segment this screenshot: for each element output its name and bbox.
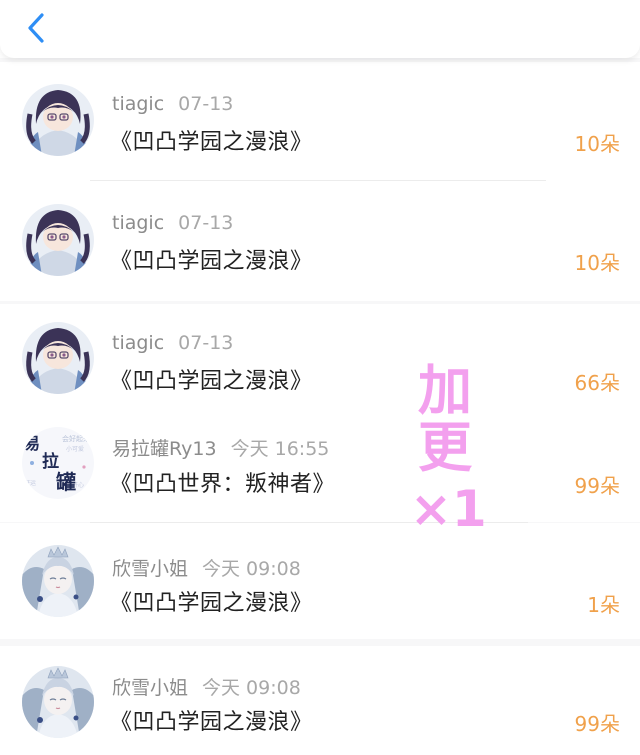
chevron-left-icon (28, 13, 44, 43)
item-meta: 易拉罐Ry13 今天 16:55 (112, 434, 329, 461)
flower-amount: 99朵 (574, 474, 620, 498)
anime-girl-avatar-icon (22, 322, 94, 394)
username[interactable]: tiagic (112, 212, 164, 234)
svg-text:拉: 拉 (42, 451, 59, 472)
avatar[interactable] (22, 545, 94, 617)
item-title: 《凹凸学园之漫浪》 (110, 249, 313, 274)
item-meta: 欣雪小姐 今天 09:08 (112, 554, 301, 581)
svg-text:好运: 好运 (24, 479, 36, 487)
overlay-annotation: 加 更 ×1 (410, 359, 487, 538)
list-item[interactable]: 会好起来 小可爱 好运 开心 易 拉 罐 易拉罐Ry13 今天 16:55 《凹凸… (0, 410, 640, 522)
timestamp: 今天 09:08 (202, 558, 301, 580)
timestamp: 07-13 (178, 332, 234, 354)
avatar[interactable]: 会好起来 小可爱 好运 开心 易 拉 罐 (22, 427, 94, 499)
flower-amount: 10朵 (574, 132, 620, 156)
flower-amount: 66朵 (574, 371, 620, 395)
flower-amount: 10朵 (574, 251, 620, 275)
avatar[interactable] (22, 666, 94, 738)
list-item[interactable]: 欣雪小姐 今天 09:08 《凹凸学园之漫浪》 99朵 (0, 646, 640, 755)
list-item[interactable]: tiagic 07-13 《凹凸学园之漫浪》 10朵 (0, 181, 640, 301)
calligraphy-avatar-icon: 会好起来 小可爱 好运 开心 易 拉 罐 (22, 427, 94, 499)
overlay-char-2: 更 (418, 416, 472, 479)
anime-girl-avatar-icon (22, 84, 94, 156)
avatar[interactable] (22, 204, 94, 276)
snow-queen-avatar-icon (22, 666, 94, 738)
svg-text:罐: 罐 (55, 470, 76, 494)
item-meta: tiagic 07-13 (112, 212, 233, 234)
back-button[interactable] (18, 8, 54, 48)
timestamp: 今天 09:08 (202, 677, 301, 699)
username[interactable]: 易拉罐Ry13 (112, 438, 217, 460)
list-item[interactable]: tiagic 07-13 《凹凸学园之漫浪》 10朵 (0, 62, 640, 182)
item-title: 《凹凸学园之漫浪》 (110, 130, 313, 155)
overlay-char-3: ×1 (410, 480, 487, 538)
avatar[interactable] (22, 322, 94, 394)
item-meta: 欣雪小姐 今天 09:08 (112, 673, 301, 700)
top-bar (0, 0, 640, 58)
snow-queen-avatar-icon (22, 545, 94, 617)
timestamp: 今天 16:55 (230, 438, 330, 460)
timestamp: 07-13 (178, 212, 234, 234)
item-meta: tiagic 07-13 (112, 332, 233, 354)
flower-amount: 1朵 (587, 593, 620, 617)
anime-girl-avatar-icon (22, 204, 94, 276)
item-title: 《凹凸学园之漫浪》 (110, 710, 313, 735)
svg-text:小可爱: 小可爱 (66, 445, 84, 453)
timestamp: 07-13 (178, 93, 234, 115)
flower-amount: 99朵 (574, 712, 620, 736)
item-title: 《凹凸学园之漫浪》 (110, 369, 313, 394)
username[interactable]: 欣雪小姐 (112, 677, 188, 699)
list-item[interactable]: tiagic 07-13 《凹凸学园之漫浪》 66朵 (0, 304, 640, 404)
username[interactable]: tiagic (112, 332, 164, 354)
username[interactable]: tiagic (112, 93, 164, 115)
list-item[interactable]: 欣雪小姐 今天 09:08 《凹凸学园之漫浪》 1朵 (0, 523, 640, 639)
item-meta: tiagic 07-13 (112, 93, 233, 115)
avatar[interactable] (22, 84, 94, 156)
overlay-char-1: 加 (418, 359, 472, 422)
svg-text:会好起来: 会好起来 (62, 434, 90, 443)
username[interactable]: 欣雪小姐 (112, 558, 188, 580)
item-title: 《凹凸世界：叛神者》 (110, 472, 336, 497)
svg-text:易: 易 (24, 434, 40, 453)
item-title: 《凹凸学园之漫浪》 (110, 591, 313, 616)
